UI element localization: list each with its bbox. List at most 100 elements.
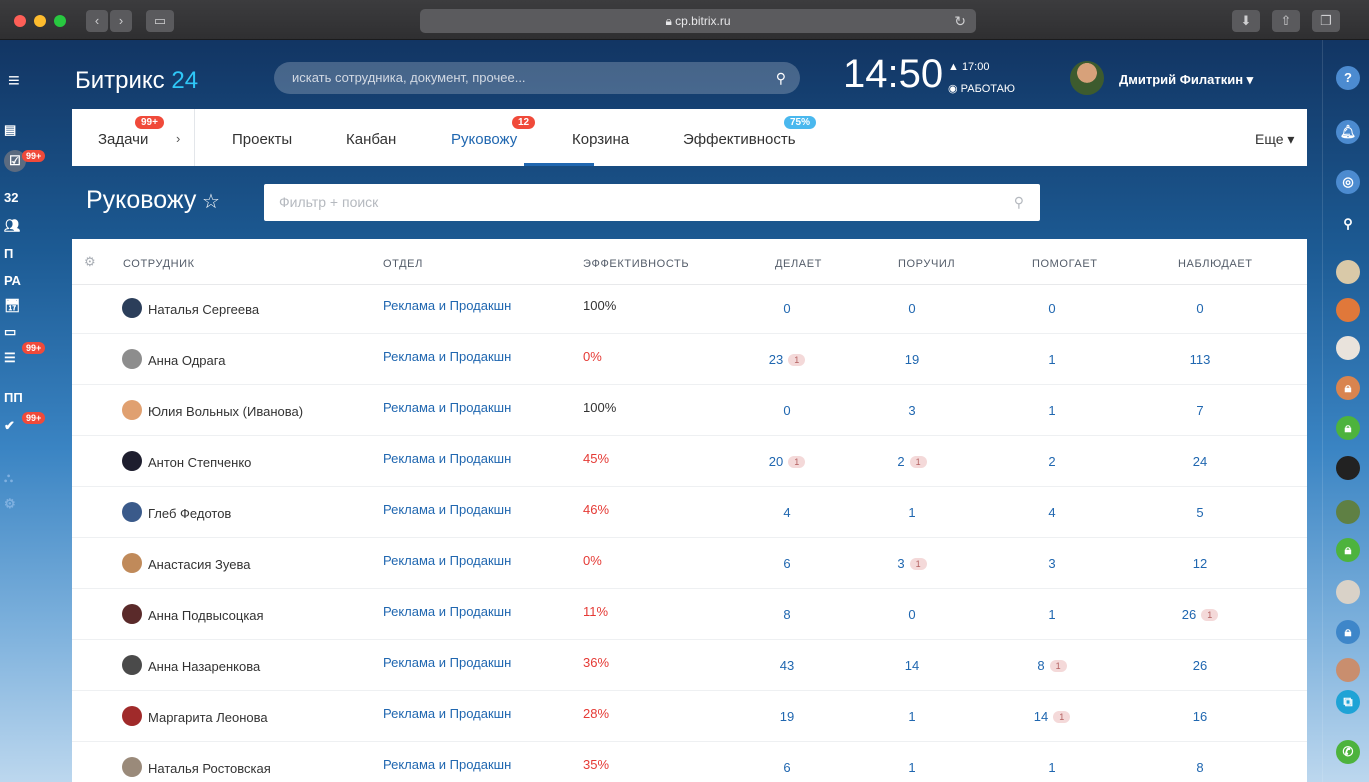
count-assigned[interactable]: 0 <box>882 301 942 316</box>
chat-icon[interactable]: ◎ <box>1336 170 1360 194</box>
column-header-assigned[interactable]: ПОРУЧИЛ <box>898 258 955 270</box>
contact-avatar[interactable] <box>1336 580 1360 604</box>
count-helps[interactable]: 81 <box>1022 658 1082 673</box>
address-bar[interactable]: 🔒︎ cp.bitrix.ru ↻ <box>420 9 976 33</box>
lock-icon[interactable]: 🔒︎ <box>1336 376 1360 400</box>
count-helps[interactable]: 1 <box>1022 352 1082 367</box>
count-assigned[interactable]: 1 <box>882 709 942 724</box>
table-row[interactable]: Юлия Вольных (Иванова) Реклама и Продакшн… <box>72 385 1307 436</box>
count-does[interactable]: 0 <box>757 301 817 316</box>
contact-avatar[interactable] <box>1336 298 1360 322</box>
tab-managing[interactable]: Руковожу <box>451 131 517 148</box>
count-helps[interactable]: 1 <box>1022 607 1082 622</box>
avatar[interactable] <box>122 451 142 471</box>
count-assigned[interactable]: 31 <box>882 556 942 571</box>
avatar[interactable] <box>122 706 142 726</box>
close-window-button[interactable] <box>14 15 26 27</box>
count-does[interactable]: 6 <box>757 760 817 775</box>
maximize-window-button[interactable] <box>54 15 66 27</box>
contact-avatar[interactable] <box>1336 260 1360 284</box>
department-link[interactable]: Реклама и Продакшн <box>383 706 511 721</box>
employee-name[interactable]: Антон Степченко <box>148 455 251 470</box>
count-watches[interactable]: 16 <box>1170 709 1230 724</box>
tab-tasks[interactable]: Задачи <box>98 131 148 148</box>
count-watches[interactable]: 12 <box>1170 556 1230 571</box>
count-watches[interactable]: 0 <box>1170 301 1230 316</box>
table-row[interactable]: Анна Назаренкова Реклама и Продакшн 36% 43 1… <box>72 640 1307 691</box>
count-does[interactable]: 8 <box>757 607 817 622</box>
department-link[interactable]: Реклама и Продакшн <box>383 451 511 466</box>
help-icon[interactable]: ? <box>1336 66 1360 90</box>
search-icon[interactable]: ⚲ <box>1014 184 1024 221</box>
count-helps[interactable]: 1 <box>1022 760 1082 775</box>
table-row[interactable]: Антон Степченко Реклама и Продакшн 45% 20 1 2… <box>72 436 1307 487</box>
employee-name[interactable]: Анастасия Зуева <box>148 557 250 572</box>
search-icon[interactable]: ⚲ <box>1336 212 1360 236</box>
table-row[interactable]: Наталья Сергеева Реклама и Продакшн 100% 0 0… <box>72 283 1307 334</box>
more-menu[interactable]: Еще ▾ <box>1255 131 1294 148</box>
avatar[interactable] <box>122 502 142 522</box>
employee-name[interactable]: Глеб Федотов <box>148 506 231 521</box>
department-link[interactable]: Реклама и Продакшн <box>383 349 511 364</box>
employee-name[interactable]: Анна Назаренкова <box>148 659 260 674</box>
column-header-employee[interactable]: СОТРУДНИК <box>123 258 195 270</box>
back-icon[interactable]: ‹ <box>86 10 108 32</box>
count-watches[interactable]: 26 1 <box>1170 607 1230 622</box>
count-helps[interactable]: 0 <box>1022 301 1082 316</box>
column-header-department[interactable]: ОТДЕЛ <box>383 258 423 270</box>
table-row[interactable]: Анна Одрага Реклама и Продакшн 0% 23 1 19 1 113 <box>72 334 1307 385</box>
table-row[interactable]: Маргарита Леонова Реклама и Продакшн 28% 19… <box>72 691 1307 742</box>
tab-trash[interactable]: Корзина <box>572 131 629 148</box>
lock-icon[interactable]: 🔒︎ <box>1336 538 1360 562</box>
table-row[interactable]: Анастасия Зуева Реклама и Продакшн 0% 6 3 1 3 1… <box>72 538 1307 589</box>
reload-icon[interactable]: ↻ <box>954 9 966 33</box>
contact-avatar[interactable] <box>1336 456 1360 480</box>
count-assigned[interactable]: 1 <box>882 760 942 775</box>
count-assigned[interactable]: 1 <box>882 505 942 520</box>
open-lines-icon[interactable]: ⧉ <box>1336 690 1360 714</box>
count-watches[interactable]: 24 <box>1170 454 1230 469</box>
count-watches[interactable]: 5 <box>1170 505 1230 520</box>
count-assigned[interactable]: 21 <box>882 454 942 469</box>
employee-name[interactable]: Наталья Ростовская <box>148 761 271 776</box>
department-link[interactable]: Реклама и Продакшн <box>383 553 511 568</box>
employee-name[interactable]: Юлия Вольных (Иванова) <box>148 404 303 419</box>
avatar[interactable] <box>122 604 142 624</box>
contact-avatar[interactable] <box>1336 500 1360 524</box>
count-does[interactable]: 0 <box>757 403 817 418</box>
count-does[interactable]: 4 <box>757 505 817 520</box>
avatar[interactable] <box>122 349 142 369</box>
department-link[interactable]: Реклама и Продакшн <box>383 604 511 619</box>
count-does[interactable]: 19 <box>757 709 817 724</box>
clock[interactable]: 14:50 <box>843 52 943 97</box>
count-assigned[interactable]: 3 <box>882 403 942 418</box>
count-assigned[interactable]: 0 <box>882 607 942 622</box>
employee-name[interactable]: Анна Одрага <box>148 353 225 368</box>
forward-icon[interactable]: › <box>110 10 132 32</box>
user-menu[interactable]: Дмитрий Филаткин ▾ <box>1119 72 1253 88</box>
count-helps[interactable]: 14 1 <box>1022 709 1082 724</box>
avatar[interactable] <box>122 655 142 675</box>
contact-avatar[interactable] <box>1336 658 1360 682</box>
count-helps[interactable]: 4 <box>1022 505 1082 520</box>
menu-icon[interactable]: ≡ <box>8 70 20 93</box>
count-does[interactable]: 23 1 <box>757 352 817 367</box>
search-input[interactable]: искать сотрудника, документ, прочее... ⚲ <box>274 62 800 94</box>
count-assigned[interactable]: 14 <box>882 658 942 673</box>
count-does[interactable]: 20 1 <box>757 454 817 469</box>
tabs-overview-icon[interactable]: ❐ <box>1312 10 1340 32</box>
avatar[interactable] <box>122 553 142 573</box>
column-header-does[interactable]: ДЕЛАЕТ <box>775 258 822 270</box>
department-link[interactable]: Реклама и Продакшн <box>383 298 511 313</box>
column-header-efficiency[interactable]: ЭФФЕКТИВНОСТЬ <box>583 258 689 270</box>
avatar[interactable] <box>122 400 142 420</box>
count-assigned[interactable]: 19 <box>882 352 942 367</box>
share-icon[interactable]: ⇧ <box>1272 10 1300 32</box>
department-link[interactable]: Реклама и Продакшн <box>383 655 511 670</box>
count-does[interactable]: 6 <box>757 556 817 571</box>
filter-search-input[interactable]: Фильтр + поиск ⚲ <box>264 184 1040 221</box>
department-link[interactable]: Реклама и Продакшн <box>383 502 511 517</box>
search-icon[interactable]: ⚲ <box>776 62 786 94</box>
tab-projects[interactable]: Проекты <box>232 131 292 148</box>
employee-name[interactable]: Наталья Сергеева <box>148 302 259 317</box>
